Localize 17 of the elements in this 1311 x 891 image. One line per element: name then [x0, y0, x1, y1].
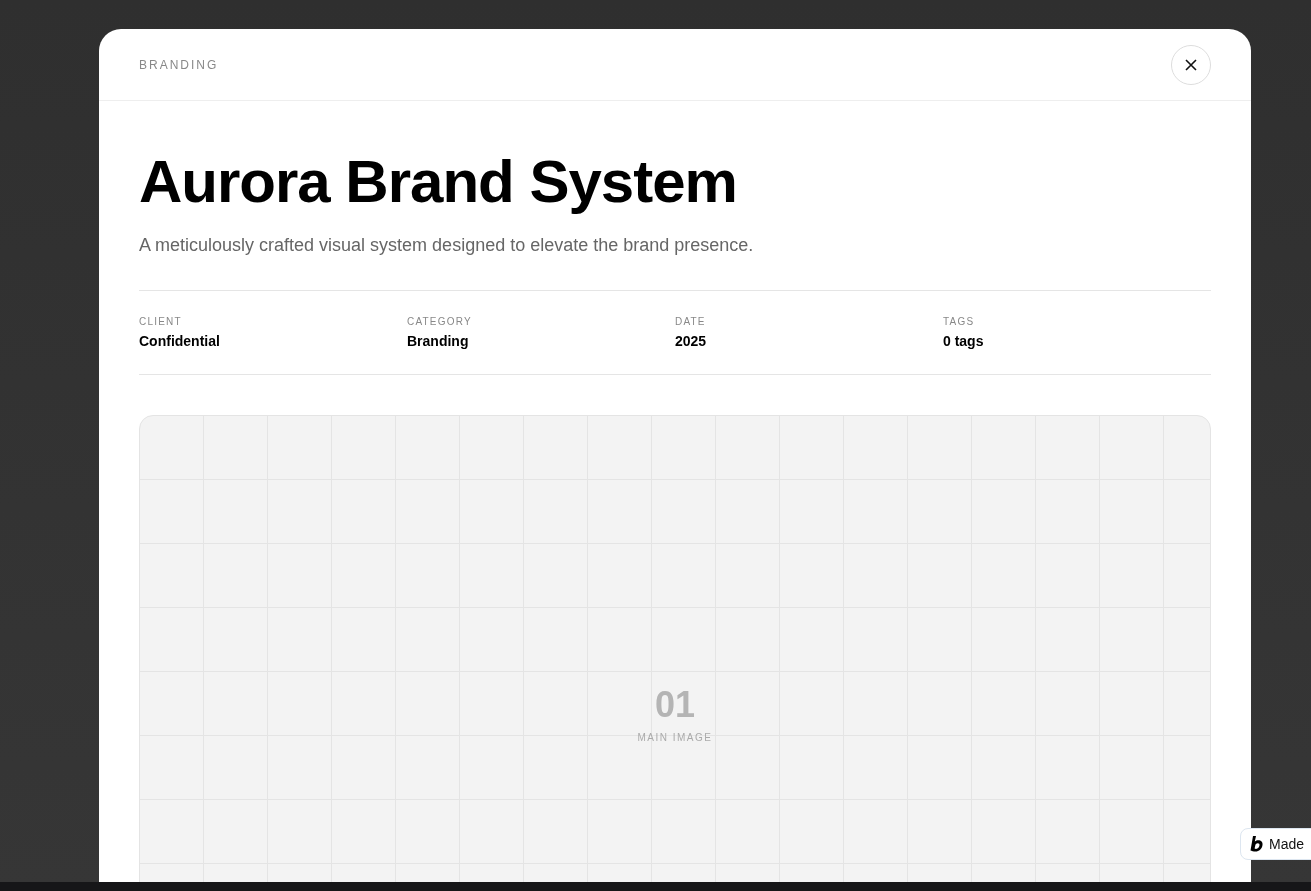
image-number: 01 — [654, 684, 695, 726]
category-label: BRANDING — [139, 57, 219, 72]
project-title: Aurora Brand System — [139, 147, 738, 217]
made-badge[interactable]: Made — [1240, 828, 1311, 860]
close-icon — [1185, 58, 1197, 71]
meta-label: DATE — [675, 316, 707, 327]
meta-value: 2025 — [675, 333, 708, 349]
meta-value: 0 tags — [943, 333, 985, 349]
project-subtitle: A meticulously crafted visual system designed to elevate the brand presence. — [139, 235, 755, 256]
close-button[interactable] — [1171, 44, 1211, 85]
meta-label: CATEGORY — [407, 316, 473, 327]
meta-value: Confidential — [139, 333, 221, 349]
meta-label: TAGS — [943, 316, 976, 327]
logo-icon — [1250, 836, 1264, 852]
meta-value: Branding — [407, 333, 470, 349]
meta-label: CLIENT — [139, 316, 183, 327]
image-caption: MAIN IMAGE — [637, 732, 713, 743]
